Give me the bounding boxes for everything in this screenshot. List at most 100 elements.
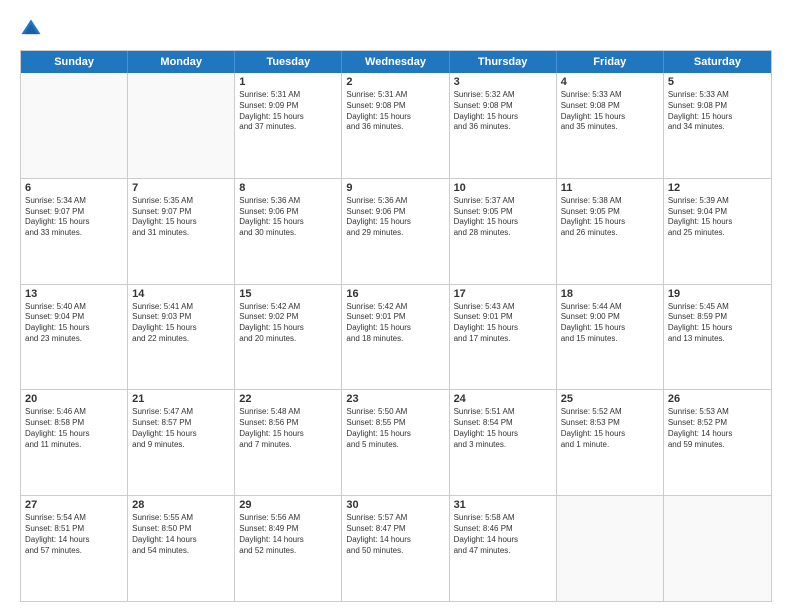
day-number: 27 xyxy=(25,499,123,511)
day-number: 7 xyxy=(132,182,230,194)
day-number: 17 xyxy=(454,288,552,300)
day-number: 15 xyxy=(239,288,337,300)
calendar-week-2: 6Sunrise: 5:34 AM Sunset: 9:07 PM Daylig… xyxy=(21,179,771,285)
day-number: 16 xyxy=(346,288,444,300)
calendar-cell: 21 Sunrise: 5:47 AM Sunset: 8:57 PM Dayli… xyxy=(128,390,235,495)
day-header-monday: Monday xyxy=(128,51,235,73)
calendar-cell: 31 Sunrise: 5:58 AM Sunset: 8:46 PM Dayli… xyxy=(450,496,557,601)
cell-info: Sunrise: 5:35 AM Sunset: 9:07 PM Dayligh… xyxy=(132,196,230,239)
calendar-cell: 18 Sunrise: 5:44 AM Sunset: 9:00 PM Dayli… xyxy=(557,285,664,390)
calendar-cell: 25 Sunrise: 5:52 AM Sunset: 8:53 PM Dayli… xyxy=(557,390,664,495)
calendar-cell: 27Sunrise: 5:54 AM Sunset: 8:51 PM Dayli… xyxy=(21,496,128,601)
day-header-wednesday: Wednesday xyxy=(342,51,449,73)
calendar-header: SundayMondayTuesdayWednesdayThursdayFrid… xyxy=(21,51,771,73)
day-number: 23 xyxy=(346,393,444,405)
cell-info: Sunrise: 5:42 AM Sunset: 9:01 PM Dayligh… xyxy=(346,302,444,345)
day-number: 22 xyxy=(239,393,337,405)
day-number: 30 xyxy=(346,499,444,511)
cell-info: Sunrise: 5:31 AM Sunset: 9:08 PM Dayligh… xyxy=(346,90,444,133)
calendar-cell: 24 Sunrise: 5:51 AM Sunset: 8:54 PM Dayli… xyxy=(450,390,557,495)
calendar-week-1: 1Sunrise: 5:31 AM Sunset: 9:09 PM Daylig… xyxy=(21,73,771,179)
calendar-cell: 13 Sunrise: 5:40 AM Sunset: 9:04 PM Dayli… xyxy=(21,285,128,390)
calendar-cell xyxy=(128,73,235,178)
calendar-cell: 14 Sunrise: 5:41 AM Sunset: 9:03 PM Dayli… xyxy=(128,285,235,390)
day-number: 11 xyxy=(561,182,659,194)
cell-info: Sunrise: 5:41 AM Sunset: 9:03 PM Dayligh… xyxy=(132,302,230,345)
logo-icon xyxy=(20,18,42,40)
day-number: 4 xyxy=(561,76,659,88)
day-number: 26 xyxy=(668,393,767,405)
calendar-week-3: 13 Sunrise: 5:40 AM Sunset: 9:04 PM Dayli… xyxy=(21,285,771,391)
cell-info: Sunrise: 5:33 AM Sunset: 9:08 PM Dayligh… xyxy=(668,90,767,133)
day-number: 5 xyxy=(668,76,767,88)
day-number: 28 xyxy=(132,499,230,511)
day-number: 21 xyxy=(132,393,230,405)
logo xyxy=(20,18,45,40)
calendar-cell: 28Sunrise: 5:55 AM Sunset: 8:50 PM Dayli… xyxy=(128,496,235,601)
calendar-cell: 12Sunrise: 5:39 AM Sunset: 9:04 PM Dayli… xyxy=(664,179,771,284)
calendar-cell: 3Sunrise: 5:32 AM Sunset: 9:08 PM Daylig… xyxy=(450,73,557,178)
cell-info: Sunrise: 5:57 AM Sunset: 8:47 PM Dayligh… xyxy=(346,513,444,556)
cell-info: Sunrise: 5:31 AM Sunset: 9:09 PM Dayligh… xyxy=(239,90,337,133)
cell-info: Sunrise: 5:47 AM Sunset: 8:57 PM Dayligh… xyxy=(132,407,230,450)
cell-info: Sunrise: 5:53 AM Sunset: 8:52 PM Dayligh… xyxy=(668,407,767,450)
cell-info: Sunrise: 5:52 AM Sunset: 8:53 PM Dayligh… xyxy=(561,407,659,450)
calendar-cell: 30 Sunrise: 5:57 AM Sunset: 8:47 PM Dayli… xyxy=(342,496,449,601)
day-header-thursday: Thursday xyxy=(450,51,557,73)
day-header-sunday: Sunday xyxy=(21,51,128,73)
calendar-cell: 1Sunrise: 5:31 AM Sunset: 9:09 PM Daylig… xyxy=(235,73,342,178)
calendar-cell: 16 Sunrise: 5:42 AM Sunset: 9:01 PM Dayli… xyxy=(342,285,449,390)
cell-info: Sunrise: 5:40 AM Sunset: 9:04 PM Dayligh… xyxy=(25,302,123,345)
calendar-cell: 7 Sunrise: 5:35 AM Sunset: 9:07 PM Daylig… xyxy=(128,179,235,284)
cell-info: Sunrise: 5:33 AM Sunset: 9:08 PM Dayligh… xyxy=(561,90,659,133)
calendar-cell xyxy=(557,496,664,601)
day-header-saturday: Saturday xyxy=(664,51,771,73)
header xyxy=(20,18,772,40)
cell-info: Sunrise: 5:58 AM Sunset: 8:46 PM Dayligh… xyxy=(454,513,552,556)
calendar-cell: 9Sunrise: 5:36 AM Sunset: 9:06 PM Daylig… xyxy=(342,179,449,284)
page: SundayMondayTuesdayWednesdayThursdayFrid… xyxy=(0,0,792,612)
cell-info: Sunrise: 5:43 AM Sunset: 9:01 PM Dayligh… xyxy=(454,302,552,345)
calendar-cell: 23 Sunrise: 5:50 AM Sunset: 8:55 PM Dayli… xyxy=(342,390,449,495)
calendar-cell xyxy=(664,496,771,601)
calendar-cell: 26 Sunrise: 5:53 AM Sunset: 8:52 PM Dayli… xyxy=(664,390,771,495)
cell-info: Sunrise: 5:36 AM Sunset: 9:06 PM Dayligh… xyxy=(239,196,337,239)
day-number: 24 xyxy=(454,393,552,405)
cell-info: Sunrise: 5:38 AM Sunset: 9:05 PM Dayligh… xyxy=(561,196,659,239)
day-number: 14 xyxy=(132,288,230,300)
cell-info: Sunrise: 5:39 AM Sunset: 9:04 PM Dayligh… xyxy=(668,196,767,239)
calendar-cell: 15Sunrise: 5:42 AM Sunset: 9:02 PM Dayli… xyxy=(235,285,342,390)
cell-info: Sunrise: 5:56 AM Sunset: 8:49 PM Dayligh… xyxy=(239,513,337,556)
calendar-cell: 8Sunrise: 5:36 AM Sunset: 9:06 PM Daylig… xyxy=(235,179,342,284)
cell-info: Sunrise: 5:46 AM Sunset: 8:58 PM Dayligh… xyxy=(25,407,123,450)
cell-info: Sunrise: 5:48 AM Sunset: 8:56 PM Dayligh… xyxy=(239,407,337,450)
day-number: 31 xyxy=(454,499,552,511)
cell-info: Sunrise: 5:50 AM Sunset: 8:55 PM Dayligh… xyxy=(346,407,444,450)
calendar-cell: 22 Sunrise: 5:48 AM Sunset: 8:56 PM Dayli… xyxy=(235,390,342,495)
day-number: 13 xyxy=(25,288,123,300)
day-number: 19 xyxy=(668,288,767,300)
day-header-friday: Friday xyxy=(557,51,664,73)
cell-info: Sunrise: 5:32 AM Sunset: 9:08 PM Dayligh… xyxy=(454,90,552,133)
calendar-cell: 2 Sunrise: 5:31 AM Sunset: 9:08 PM Daylig… xyxy=(342,73,449,178)
day-number: 18 xyxy=(561,288,659,300)
day-header-tuesday: Tuesday xyxy=(235,51,342,73)
calendar-cell: 11 Sunrise: 5:38 AM Sunset: 9:05 PM Dayli… xyxy=(557,179,664,284)
calendar-cell: 29 Sunrise: 5:56 AM Sunset: 8:49 PM Dayli… xyxy=(235,496,342,601)
calendar-cell: 5 Sunrise: 5:33 AM Sunset: 9:08 PM Daylig… xyxy=(664,73,771,178)
calendar-cell: 4 Sunrise: 5:33 AM Sunset: 9:08 PM Daylig… xyxy=(557,73,664,178)
calendar-body: 1Sunrise: 5:31 AM Sunset: 9:09 PM Daylig… xyxy=(21,73,771,601)
cell-info: Sunrise: 5:44 AM Sunset: 9:00 PM Dayligh… xyxy=(561,302,659,345)
day-number: 9 xyxy=(346,182,444,194)
cell-info: Sunrise: 5:45 AM Sunset: 8:59 PM Dayligh… xyxy=(668,302,767,345)
day-number: 29 xyxy=(239,499,337,511)
calendar-cell: 6Sunrise: 5:34 AM Sunset: 9:07 PM Daylig… xyxy=(21,179,128,284)
day-number: 2 xyxy=(346,76,444,88)
calendar-week-5: 27Sunrise: 5:54 AM Sunset: 8:51 PM Dayli… xyxy=(21,496,771,601)
calendar: SundayMondayTuesdayWednesdayThursdayFrid… xyxy=(20,50,772,602)
cell-info: Sunrise: 5:37 AM Sunset: 9:05 PM Dayligh… xyxy=(454,196,552,239)
day-number: 25 xyxy=(561,393,659,405)
calendar-week-4: 20Sunrise: 5:46 AM Sunset: 8:58 PM Dayli… xyxy=(21,390,771,496)
cell-info: Sunrise: 5:51 AM Sunset: 8:54 PM Dayligh… xyxy=(454,407,552,450)
calendar-cell xyxy=(21,73,128,178)
